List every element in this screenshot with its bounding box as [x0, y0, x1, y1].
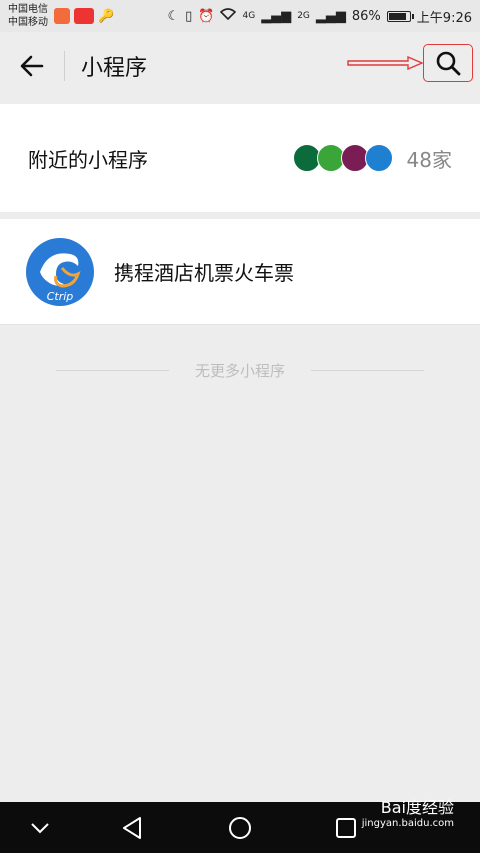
watermark-url: jingyan.baidu.com — [361, 818, 454, 829]
key-icon: 🔑 — [98, 8, 115, 24]
app-header: 小程序 — [0, 32, 480, 100]
nearby-logos — [292, 144, 393, 172]
alarm-icon: ⏰ — [198, 8, 215, 24]
moon-icon: ☾ — [167, 8, 180, 24]
chevron-down-icon — [31, 823, 49, 834]
square-recents-icon — [336, 818, 356, 838]
arrow-left-icon — [20, 55, 44, 77]
nearby-label: 附近的小程序 — [28, 147, 148, 172]
no-more-text: 无更多小程序 — [195, 361, 286, 380]
no-more-note: 无更多小程序 — [56, 358, 425, 382]
carrier-names: 中国电信 中国移动 — [8, 3, 48, 29]
parrot-logo-icon — [364, 144, 393, 172]
jd-notification-icon — [74, 8, 94, 24]
search-icon — [436, 51, 461, 76]
wifi-icon — [220, 8, 237, 24]
nearby-count: 48家 — [406, 147, 452, 172]
carrier-1: 中国电信 — [8, 4, 48, 15]
baidu-jingyan-watermark: Bai度经验 jingyan.baidu.com — [362, 800, 454, 832]
nearby-mini-programs-row[interactable]: 附近的小程序 48家 — [0, 104, 480, 212]
network-2g-label: 2G — [297, 10, 310, 21]
status-indicators: ☾ ▯ ⏰ 4G ▂▄▆ 2G ▂▄▆ 86% 上午9:26 — [167, 7, 472, 26]
battery-icon — [386, 10, 414, 22]
ctrip-logo: Ctrip — [26, 237, 94, 306]
vibrate-icon: ▯ — [185, 8, 193, 24]
dolphin-icon: Ctrip — [40, 252, 81, 303]
signal-icon-2: ▂▄▆ — [315, 8, 346, 24]
back-button[interactable] — [0, 32, 64, 100]
annotation-arrow-icon — [347, 56, 424, 70]
clock: 上午9:26 — [416, 10, 472, 26]
circle-home-icon — [229, 817, 251, 839]
svg-text:Ctrip: Ctrip — [47, 290, 74, 303]
search-button[interactable] — [423, 44, 473, 82]
nav-collapse-button[interactable] — [28, 816, 52, 840]
header-divider — [64, 51, 65, 81]
carrier-2: 中国移动 — [8, 17, 48, 28]
weibo-notification-icon — [54, 8, 70, 24]
signal-icon-1: ▂▄▆ — [261, 8, 292, 24]
nav-recents-button[interactable] — [334, 816, 358, 840]
divider-left — [56, 369, 169, 371]
watermark-brand: Bai度经验 — [380, 798, 454, 817]
nav-back-button[interactable] — [120, 816, 144, 840]
triangle-back-icon — [123, 817, 141, 839]
network-4g-label: 4G — [242, 10, 256, 21]
mini-program-name: 携程酒店机票火车票 — [114, 261, 294, 285]
page-title: 小程序 — [81, 56, 148, 81]
nav-home-button[interactable] — [228, 816, 252, 840]
status-bar: 中国电信 中国移动 🔑 ☾ ▯ ⏰ 4G ▂▄▆ 2G ▂▄▆ 86% 上午9:… — [0, 0, 480, 32]
battery-percent: 86% — [351, 8, 381, 24]
divider-right — [311, 369, 425, 371]
mini-program-item[interactable]: Ctrip 携程酒店机票火车票 — [0, 219, 480, 325]
